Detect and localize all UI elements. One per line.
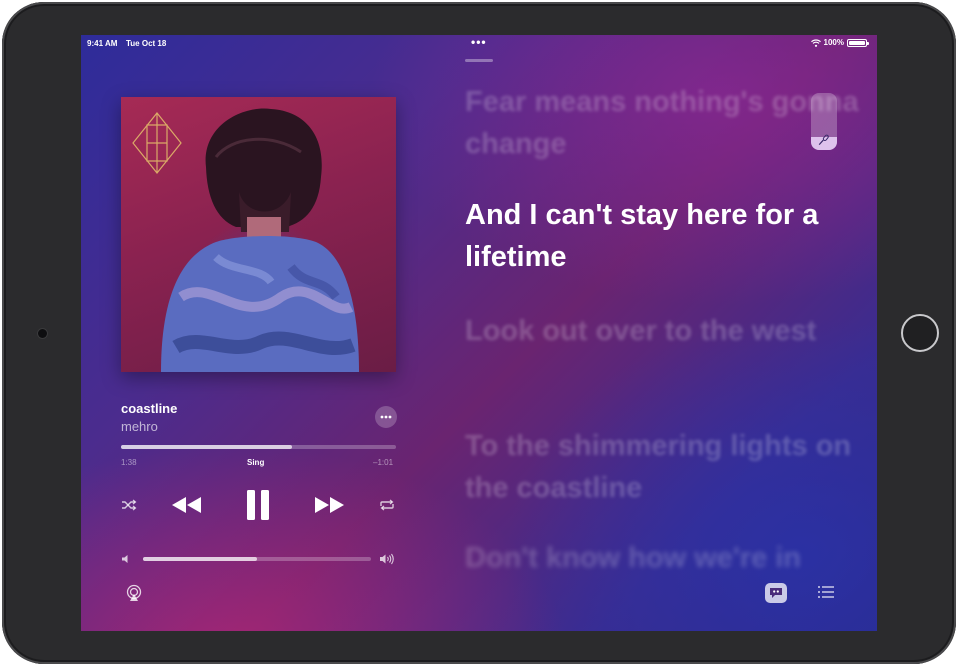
repeat-icon: [380, 499, 394, 511]
wifi-icon: [810, 38, 821, 47]
lyric-line[interactable]: Look out over to the west: [465, 310, 816, 352]
volume-slider[interactable]: [143, 557, 371, 561]
music-app-screen: 9:41 AM Tue Oct 18 ••• 100% coastline me…: [81, 35, 877, 631]
track-artist[interactable]: mehro: [121, 419, 158, 434]
lyrics-grabber-handle[interactable]: [465, 59, 493, 62]
repeat-button[interactable]: [377, 497, 397, 513]
playback-scrubber[interactable]: [121, 445, 396, 449]
battery-icon: [847, 38, 869, 47]
album-logo-glyph: [132, 112, 182, 174]
shuffle-icon: [122, 499, 137, 511]
lyric-line-active[interactable]: And I can't stay here for a lifetime: [465, 194, 865, 278]
pause-button[interactable]: [241, 487, 275, 523]
lyric-line[interactable]: Don't know how we're in: [465, 537, 801, 579]
home-button[interactable]: [901, 314, 939, 352]
album-cover-image: [121, 97, 396, 372]
shuffle-button[interactable]: [119, 497, 139, 513]
status-bar: 9:41 AM Tue Oct 18 ••• 100%: [81, 35, 877, 53]
airplay-icon: [126, 584, 142, 601]
volume-level-fill: [143, 557, 257, 561]
microphone-icon: [818, 134, 829, 146]
time-remaining: –1:01: [373, 458, 394, 467]
queue-list-icon: [818, 586, 834, 598]
time-elapsed: 1:38: [121, 458, 137, 467]
lyric-line[interactable]: To the shimmering lights on the coastlin…: [465, 425, 865, 509]
pause-icon: [247, 490, 269, 520]
rewind-icon: [172, 497, 201, 513]
track-title[interactable]: coastline: [121, 401, 177, 416]
front-camera: [38, 329, 47, 338]
vocal-level-slider[interactable]: [811, 93, 837, 150]
fast-forward-icon: [315, 497, 344, 513]
lyric-line[interactable]: Fear means nothing's gonna change: [465, 81, 865, 165]
rewind-button[interactable]: [169, 493, 205, 517]
more-options-button[interactable]: [375, 406, 397, 428]
airplay-button[interactable]: [125, 584, 143, 602]
queue-button[interactable]: [817, 584, 835, 600]
lyrics-quote-icon: [770, 588, 782, 598]
fast-forward-button[interactable]: [311, 493, 347, 517]
sing-label: Sing: [247, 458, 265, 467]
ellipsis-icon: [380, 415, 392, 419]
battery-percent: 100%: [823, 38, 844, 47]
status-indicators: 100%: [810, 38, 869, 47]
playback-progress-fill: [121, 445, 292, 449]
status-time: 9:41 AM: [87, 39, 118, 48]
lyrics-button[interactable]: [765, 583, 787, 603]
multitasking-dots-icon[interactable]: •••: [471, 35, 487, 49]
speaker-high-icon: [380, 553, 394, 565]
status-date: Tue Oct 18: [126, 39, 167, 48]
speaker-low-icon: [122, 555, 128, 563]
